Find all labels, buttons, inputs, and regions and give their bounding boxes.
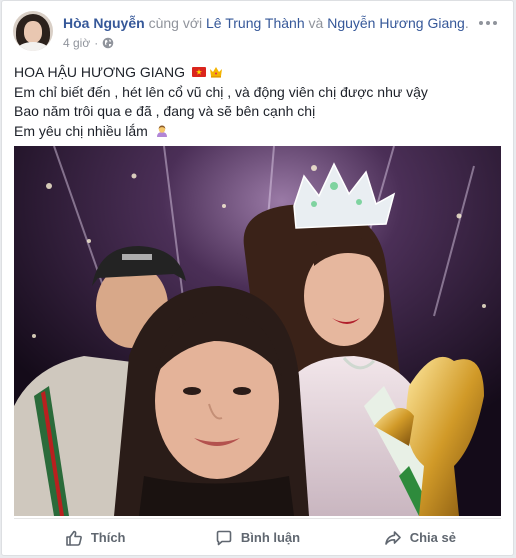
selfie-photo-image [14, 146, 501, 516]
share-label: Chia sẻ [409, 530, 456, 545]
post-time-link[interactable]: 4 giờ [63, 36, 90, 50]
post-photo[interactable] [14, 146, 501, 516]
comment-icon [216, 530, 232, 545]
post-headline: Hòa Nguyễn cùng với Lê Trung Thành và Ng… [63, 15, 469, 31]
like-button[interactable]: Thích [14, 519, 176, 556]
thumbs-up-icon [66, 530, 82, 546]
post-line-4: Em yêu chị nhiều lắm [14, 122, 501, 142]
more-options-icon[interactable] [477, 16, 499, 30]
tagged-friend-1-link[interactable]: Lê Trung Thành [206, 15, 305, 31]
with-text: cùng với [148, 15, 203, 31]
author-avatar[interactable] [13, 11, 53, 51]
and-text: và [308, 15, 324, 31]
post-line-3: Bao năm trôi qua e đã , đang và sẽ bên c… [14, 103, 316, 119]
post-line-2: Em chỉ biết đến , hét lên cổ vũ chị , và… [14, 83, 428, 100]
share-arrow-icon [384, 530, 401, 545]
crown-icon [209, 67, 222, 78]
woman-tipping-hand-icon [156, 125, 167, 137]
share-button[interactable]: Chia sẻ [339, 519, 501, 556]
post-meta: 4 giờ · [63, 36, 114, 50]
tagged-friend-2-link[interactable]: Nguyễn Hương Giang [327, 15, 465, 31]
feed-post: Hòa Nguyễn cùng với Lê Trung Thành và Ng… [1, 0, 514, 556]
author-name-link[interactable]: Hòa Nguyễn [63, 15, 145, 31]
vietnam-flag-icon [191, 67, 206, 77]
post-text: HOA HẬU HƯƠNG GIANG Em chỉ biết đến , hé… [14, 63, 501, 141]
period-text: . [464, 15, 469, 31]
like-label: Thích [90, 530, 126, 545]
comment-button[interactable]: Bình luận [176, 519, 338, 556]
comment-label: Bình luận [240, 530, 301, 545]
meta-separator: · [94, 36, 99, 50]
post-action-bar: Thích Bình luận Chia sẻ [14, 518, 501, 556]
post-line-1: HOA HẬU HƯƠNG GIANG [14, 63, 501, 83]
globe-icon[interactable] [102, 37, 114, 49]
post-header: Hòa Nguyễn cùng với Lê Trung Thành và Ng… [13, 10, 503, 54]
